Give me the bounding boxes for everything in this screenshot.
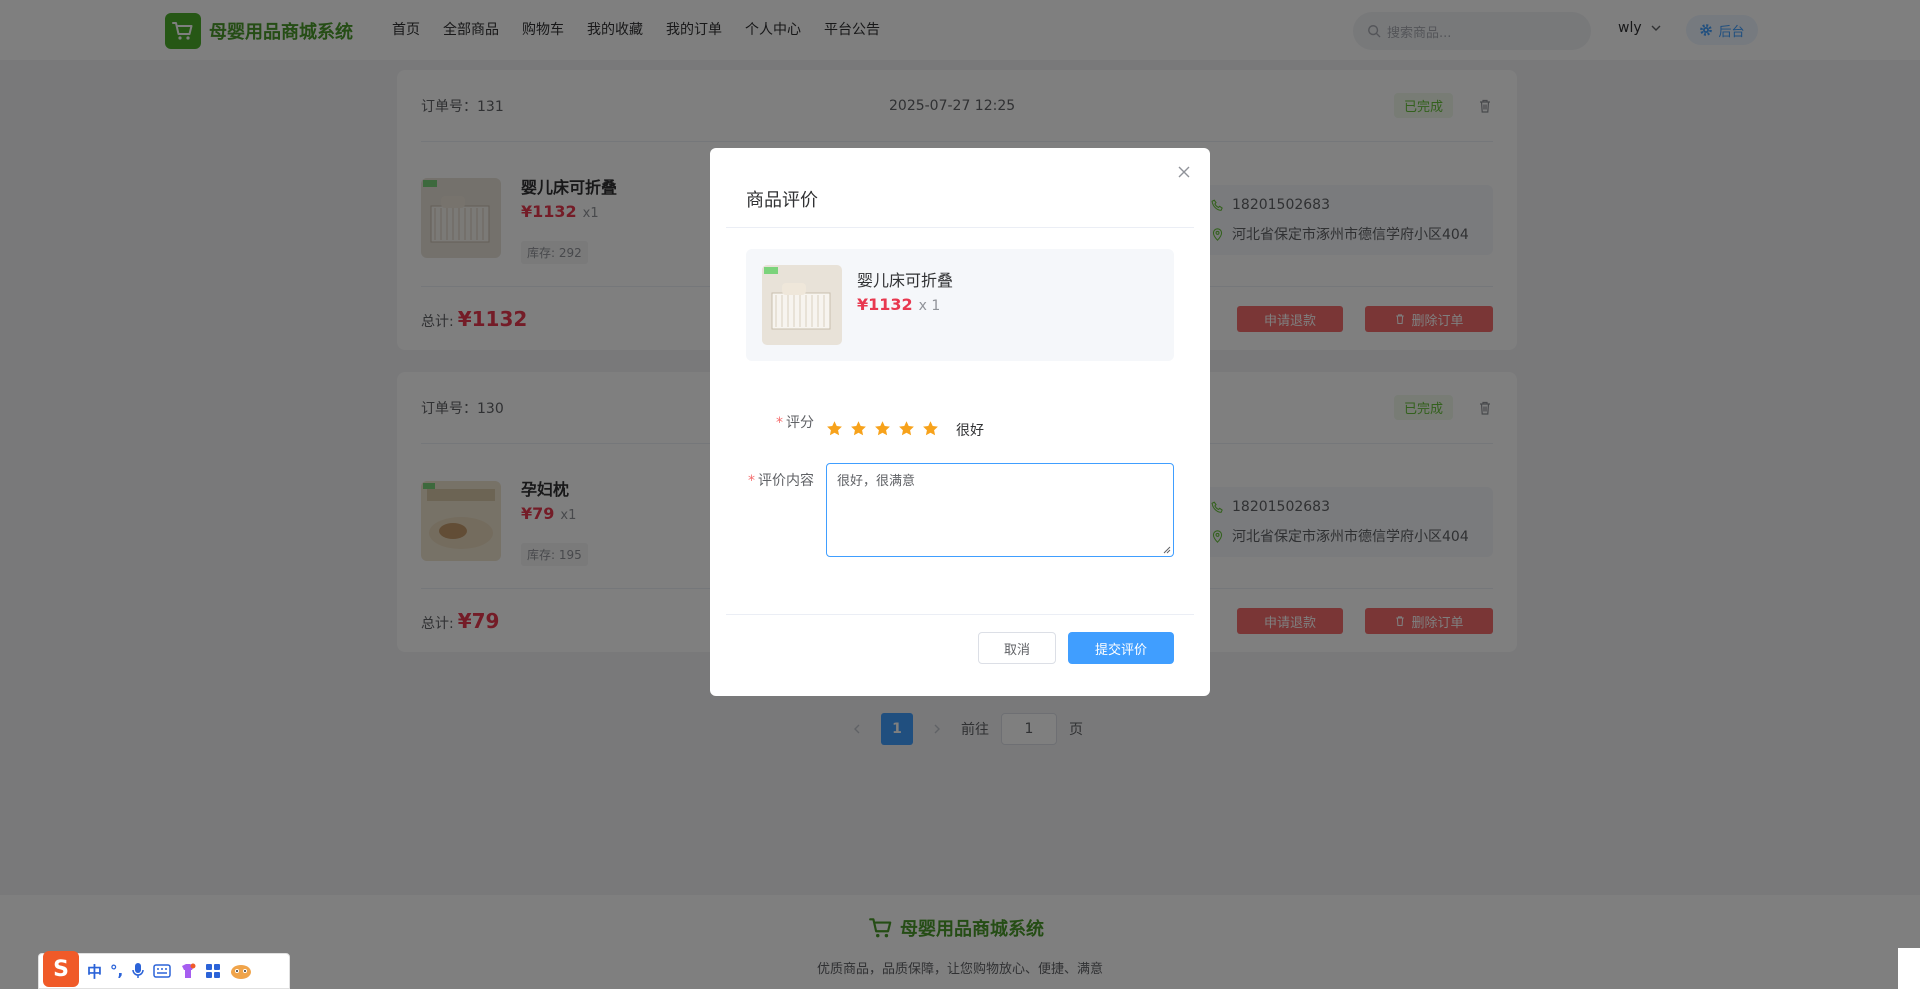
- divider: [726, 614, 1194, 615]
- corner-block: [1898, 948, 1920, 989]
- required-mark: *: [748, 473, 755, 489]
- submit-review-button[interactable]: 提交评价: [1068, 632, 1174, 664]
- content-label-text: 评价内容: [758, 473, 814, 489]
- skin-icon[interactable]: [179, 962, 197, 980]
- apps-grid-icon[interactable]: [205, 963, 221, 979]
- ime-logo-icon[interactable]: S: [43, 951, 79, 987]
- star-icon[interactable]: [898, 420, 915, 437]
- dialog-title: 商品评价: [746, 190, 818, 211]
- review-dialog: 商品评价 婴儿床可折叠 ¥1132 x 1 * 评分 很好 * 评价内容 很好，很满意…: [710, 148, 1210, 696]
- star-icon[interactable]: [850, 420, 867, 437]
- review-content-value: 很好，很满意: [837, 474, 916, 489]
- review-product-qty: x 1: [918, 298, 941, 314]
- star-icon[interactable]: [874, 420, 891, 437]
- review-product-price: ¥1132 x 1: [857, 295, 940, 314]
- keyboard-icon[interactable]: [153, 964, 171, 978]
- ime-punctuation-toggle[interactable]: °,: [110, 962, 123, 980]
- ime-lang-toggle[interactable]: 中: [87, 961, 102, 982]
- ime-toolbar: S 中 °,: [38, 951, 290, 989]
- rating-label-text: 评分: [786, 415, 814, 431]
- review-product-price-value: ¥1132: [857, 295, 913, 314]
- review-product-image: [762, 265, 842, 345]
- rating-label: * 评分: [776, 412, 814, 432]
- star-rating[interactable]: [826, 420, 939, 437]
- review-product-name: 婴儿床可折叠: [857, 271, 954, 290]
- resize-grip-icon[interactable]: [1163, 546, 1171, 554]
- close-icon[interactable]: [1174, 162, 1194, 182]
- review-product-card: 婴儿床可折叠 ¥1132 x 1: [746, 249, 1174, 361]
- mascot-icon[interactable]: [229, 961, 253, 981]
- microphone-icon[interactable]: [131, 962, 145, 980]
- star-icon[interactable]: [922, 420, 939, 437]
- star-icon[interactable]: [826, 420, 843, 437]
- divider: [726, 227, 1194, 228]
- rating-text: 很好: [956, 423, 984, 439]
- required-mark: *: [776, 415, 783, 431]
- review-content-textarea[interactable]: 很好，很满意: [826, 463, 1174, 557]
- cancel-button[interactable]: 取消: [978, 632, 1056, 664]
- content-label: * 评价内容: [748, 470, 814, 490]
